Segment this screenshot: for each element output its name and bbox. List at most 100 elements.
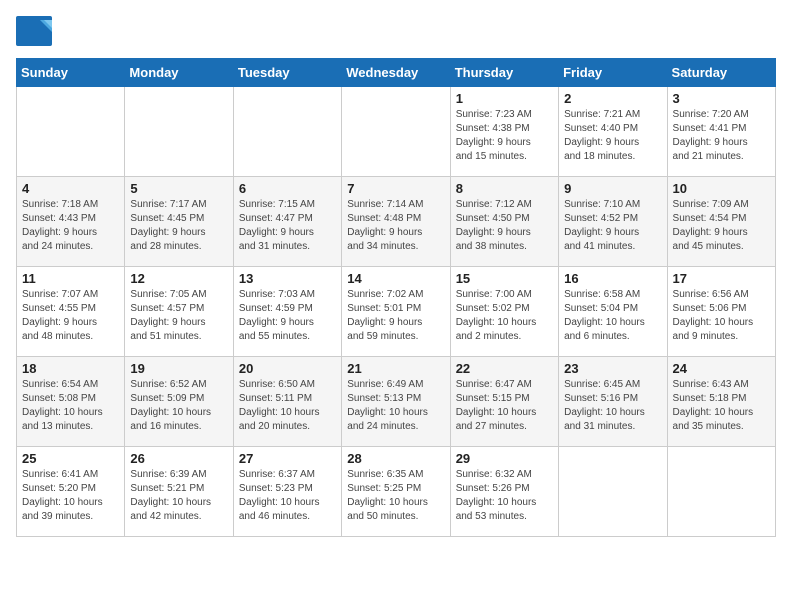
day-number: 2 xyxy=(564,91,661,106)
calendar-cell: 21 Sunrise: 6:49 AM Sunset: 5:13 PM Dayli… xyxy=(342,357,450,447)
header-row: SundayMondayTuesdayWednesdayThursdayFrid… xyxy=(17,59,776,87)
day-info: Sunrise: 7:14 AM Sunset: 4:48 PM Dayligh… xyxy=(347,198,444,254)
day-number: 23 xyxy=(564,361,661,376)
header-wednesday: Wednesday xyxy=(342,59,450,87)
calendar-cell: 27 Sunrise: 6:37 AM Sunset: 5:23 PM Dayli… xyxy=(233,447,341,537)
day-number: 12 xyxy=(130,271,227,286)
day-info: Sunrise: 6:49 AM Sunset: 5:13 PM Dayligh… xyxy=(347,378,444,434)
day-number: 16 xyxy=(564,271,661,286)
day-number: 13 xyxy=(239,271,336,286)
calendar-cell: 17 Sunrise: 6:56 AM Sunset: 5:06 PM Dayli… xyxy=(667,267,775,357)
day-info: Sunrise: 6:41 AM Sunset: 5:20 PM Dayligh… xyxy=(22,468,119,524)
header-monday: Monday xyxy=(125,59,233,87)
day-info: Sunrise: 6:35 AM Sunset: 5:25 PM Dayligh… xyxy=(347,468,444,524)
calendar-cell xyxy=(17,87,125,177)
header-sunday: Sunday xyxy=(17,59,125,87)
day-info: Sunrise: 7:03 AM Sunset: 4:59 PM Dayligh… xyxy=(239,288,336,344)
week-row-2: 4Sunrise: 7:18 AM Sunset: 4:43 PM Daylig… xyxy=(17,177,776,267)
day-number: 19 xyxy=(130,361,227,376)
header-tuesday: Tuesday xyxy=(233,59,341,87)
calendar-cell: 8 Sunrise: 7:12 AM Sunset: 4:50 PM Daylig… xyxy=(450,177,558,267)
page-header xyxy=(16,16,776,46)
day-info: Sunrise: 6:58 AM Sunset: 5:04 PM Dayligh… xyxy=(564,288,661,344)
day-number: 17 xyxy=(673,271,770,286)
day-number: 5 xyxy=(130,181,227,196)
calendar-cell xyxy=(342,87,450,177)
calendar-cell: 4Sunrise: 7:18 AM Sunset: 4:43 PM Daylig… xyxy=(17,177,125,267)
day-number: 21 xyxy=(347,361,444,376)
calendar-cell: 14 Sunrise: 7:02 AM Sunset: 5:01 PM Dayli… xyxy=(342,267,450,357)
day-info: Sunrise: 6:37 AM Sunset: 5:23 PM Dayligh… xyxy=(239,468,336,524)
header-friday: Friday xyxy=(559,59,667,87)
calendar-cell: 20 Sunrise: 6:50 AM Sunset: 5:11 PM Dayli… xyxy=(233,357,341,447)
day-info: Sunrise: 7:00 AM Sunset: 5:02 PM Dayligh… xyxy=(456,288,553,344)
calendar-cell: 18 Sunrise: 6:54 AM Sunset: 5:08 PM Dayli… xyxy=(17,357,125,447)
day-number: 24 xyxy=(673,361,770,376)
day-number: 9 xyxy=(564,181,661,196)
day-number: 15 xyxy=(456,271,553,286)
calendar-cell: 16 Sunrise: 6:58 AM Sunset: 5:04 PM Dayli… xyxy=(559,267,667,357)
day-number: 11 xyxy=(22,271,119,286)
logo xyxy=(16,16,56,46)
calendar-cell: 13 Sunrise: 7:03 AM Sunset: 4:59 PM Dayli… xyxy=(233,267,341,357)
day-number: 6 xyxy=(239,181,336,196)
calendar-cell: 1Sunrise: 7:23 AM Sunset: 4:38 PM Daylig… xyxy=(450,87,558,177)
day-number: 20 xyxy=(239,361,336,376)
day-number: 3 xyxy=(673,91,770,106)
day-number: 10 xyxy=(673,181,770,196)
day-number: 25 xyxy=(22,451,119,466)
header-saturday: Saturday xyxy=(667,59,775,87)
week-row-4: 18 Sunrise: 6:54 AM Sunset: 5:08 PM Dayli… xyxy=(17,357,776,447)
calendar-cell: 3 Sunrise: 7:20 AM Sunset: 4:41 PM Daylig… xyxy=(667,87,775,177)
day-info: Sunrise: 6:45 AM Sunset: 5:16 PM Dayligh… xyxy=(564,378,661,434)
day-number: 27 xyxy=(239,451,336,466)
day-number: 22 xyxy=(456,361,553,376)
header-thursday: Thursday xyxy=(450,59,558,87)
day-number: 29 xyxy=(456,451,553,466)
day-info: Sunrise: 6:32 AM Sunset: 5:26 PM Dayligh… xyxy=(456,468,553,524)
calendar-cell: 25 Sunrise: 6:41 AM Sunset: 5:20 PM Dayli… xyxy=(17,447,125,537)
day-info: Sunrise: 7:10 AM Sunset: 4:52 PM Dayligh… xyxy=(564,198,661,254)
day-info: Sunrise: 6:54 AM Sunset: 5:08 PM Dayligh… xyxy=(22,378,119,434)
week-row-1: 1Sunrise: 7:23 AM Sunset: 4:38 PM Daylig… xyxy=(17,87,776,177)
logo-icon xyxy=(16,16,52,46)
week-row-3: 11 Sunrise: 7:07 AM Sunset: 4:55 PM Dayli… xyxy=(17,267,776,357)
calendar-cell: 6Sunrise: 7:15 AM Sunset: 4:47 PM Daylig… xyxy=(233,177,341,267)
day-info: Sunrise: 6:56 AM Sunset: 5:06 PM Dayligh… xyxy=(673,288,770,344)
day-info: Sunrise: 7:21 AM Sunset: 4:40 PM Dayligh… xyxy=(564,108,661,164)
calendar-cell: 23 Sunrise: 6:45 AM Sunset: 5:16 PM Dayli… xyxy=(559,357,667,447)
day-info: Sunrise: 7:02 AM Sunset: 5:01 PM Dayligh… xyxy=(347,288,444,344)
calendar-cell: 28 Sunrise: 6:35 AM Sunset: 5:25 PM Dayli… xyxy=(342,447,450,537)
day-number: 26 xyxy=(130,451,227,466)
calendar-cell: 19 Sunrise: 6:52 AM Sunset: 5:09 PM Dayli… xyxy=(125,357,233,447)
calendar-cell: 15 Sunrise: 7:00 AM Sunset: 5:02 PM Dayli… xyxy=(450,267,558,357)
calendar-cell xyxy=(667,447,775,537)
calendar-cell: 29 Sunrise: 6:32 AM Sunset: 5:26 PM Dayli… xyxy=(450,447,558,537)
day-info: Sunrise: 7:12 AM Sunset: 4:50 PM Dayligh… xyxy=(456,198,553,254)
calendar-cell: 22 Sunrise: 6:47 AM Sunset: 5:15 PM Dayli… xyxy=(450,357,558,447)
day-info: Sunrise: 6:52 AM Sunset: 5:09 PM Dayligh… xyxy=(130,378,227,434)
calendar-cell xyxy=(559,447,667,537)
calendar-cell xyxy=(125,87,233,177)
calendar-cell: 11 Sunrise: 7:07 AM Sunset: 4:55 PM Dayli… xyxy=(17,267,125,357)
calendar-table: SundayMondayTuesdayWednesdayThursdayFrid… xyxy=(16,58,776,537)
calendar-cell: 7 Sunrise: 7:14 AM Sunset: 4:48 PM Daylig… xyxy=(342,177,450,267)
day-number: 7 xyxy=(347,181,444,196)
day-number: 14 xyxy=(347,271,444,286)
day-info: Sunrise: 7:20 AM Sunset: 4:41 PM Dayligh… xyxy=(673,108,770,164)
day-number: 28 xyxy=(347,451,444,466)
day-info: Sunrise: 6:43 AM Sunset: 5:18 PM Dayligh… xyxy=(673,378,770,434)
calendar-cell xyxy=(233,87,341,177)
day-info: Sunrise: 6:39 AM Sunset: 5:21 PM Dayligh… xyxy=(130,468,227,524)
day-number: 1 xyxy=(456,91,553,106)
calendar-cell: 26 Sunrise: 6:39 AM Sunset: 5:21 PM Dayli… xyxy=(125,447,233,537)
week-row-5: 25 Sunrise: 6:41 AM Sunset: 5:20 PM Dayli… xyxy=(17,447,776,537)
day-number: 18 xyxy=(22,361,119,376)
calendar-cell: 24 Sunrise: 6:43 AM Sunset: 5:18 PM Dayli… xyxy=(667,357,775,447)
day-number: 8 xyxy=(456,181,553,196)
calendar-cell: 5Sunrise: 7:17 AM Sunset: 4:45 PM Daylig… xyxy=(125,177,233,267)
day-info: Sunrise: 6:50 AM Sunset: 5:11 PM Dayligh… xyxy=(239,378,336,434)
day-info: Sunrise: 7:05 AM Sunset: 4:57 PM Dayligh… xyxy=(130,288,227,344)
day-info: Sunrise: 6:47 AM Sunset: 5:15 PM Dayligh… xyxy=(456,378,553,434)
day-info: Sunrise: 7:07 AM Sunset: 4:55 PM Dayligh… xyxy=(22,288,119,344)
